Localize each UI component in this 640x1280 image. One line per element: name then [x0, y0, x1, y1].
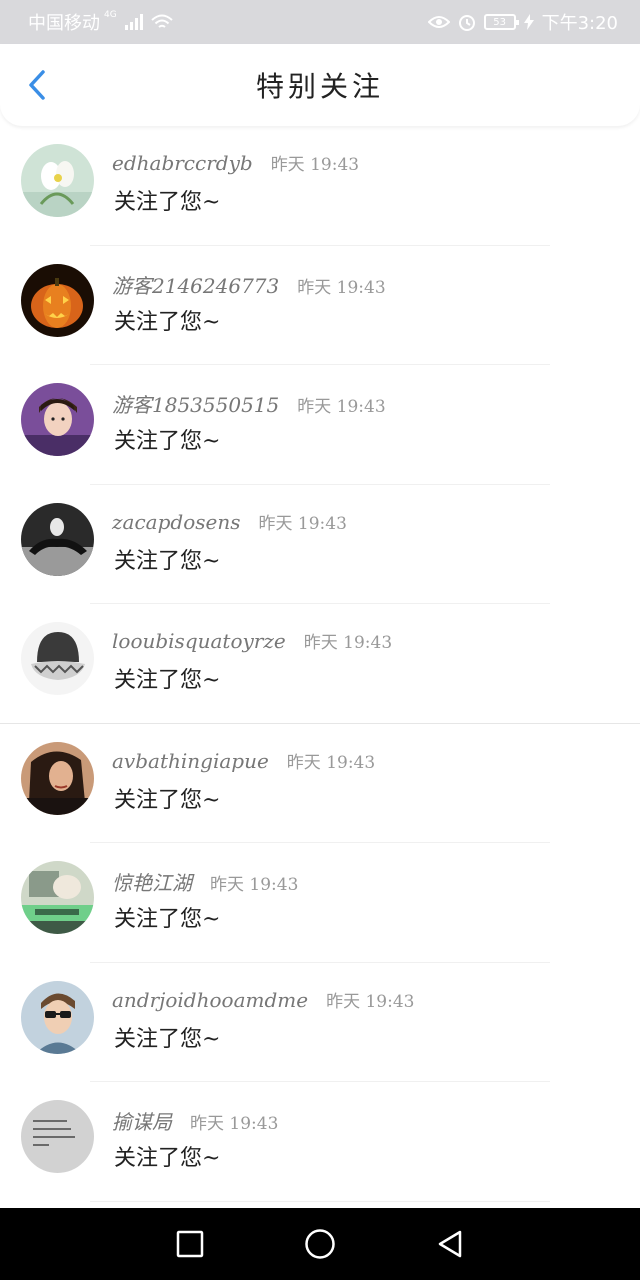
- alarm-icon: [458, 15, 475, 31]
- timestamp: 昨天 19:43: [303, 633, 393, 653]
- header: 特别关注: [0, 44, 640, 126]
- username[interactable]: 游客1853550515: [112, 389, 279, 418]
- flower-avatar-icon: [21, 144, 94, 217]
- username[interactable]: 揄谋局: [112, 1106, 172, 1135]
- navigation-bar: [0, 1208, 640, 1280]
- status-right: 53 下午3:20: [427, 9, 618, 35]
- battery-icon: 53: [483, 14, 519, 30]
- message: 关注了您~: [114, 907, 221, 932]
- item-meta: edhabrccrdyb 昨天 19:43: [112, 150, 359, 175]
- man-avatar-icon: [21, 980, 94, 1054]
- home-button[interactable]: [300, 1224, 340, 1264]
- list-item[interactable]: avbathingiapue 昨天 19:43 关注了您~: [0, 724, 640, 843]
- list-item[interactable]: 游客2146246773 昨天 19:43 关注了您~: [0, 246, 640, 365]
- network-type: 4G: [104, 10, 117, 20]
- woman-avatar-icon: [21, 741, 94, 815]
- list-item[interactable]: 惊艳江湖 昨天 19:43 关注了您~: [0, 843, 640, 963]
- message: 关注了您~: [114, 1026, 221, 1052]
- message: 关注了您~: [114, 787, 221, 813]
- message: 关注了您~: [114, 429, 221, 454]
- carrier-label: 中国移动: [28, 13, 100, 34]
- item-meta: 揄谋局 昨天 19:43: [112, 1106, 278, 1135]
- status-bar: 中国移动 4G 53 下午3:20: [0, 0, 640, 44]
- timestamp: 昨天 19:43: [258, 513, 347, 534]
- list-item[interactable]: zacapdosens 昨天 19:43 关注了您~: [0, 485, 640, 604]
- avatar[interactable]: [21, 1100, 94, 1173]
- wifi-icon: [151, 14, 173, 28]
- text-avatar-icon: [21, 1100, 94, 1173]
- back-nav-button[interactable]: [430, 1224, 470, 1264]
- timestamp: 昨天 19:43: [286, 752, 376, 773]
- avatar[interactable]: [21, 622, 94, 695]
- battery-level: 53: [493, 16, 506, 28]
- item-meta: andrjoidhooamdme 昨天 19:43: [112, 987, 414, 1012]
- page-title: 特别关注: [255, 70, 384, 103]
- username[interactable]: 惊艳江湖: [112, 867, 192, 896]
- item-meta: 惊艳江湖 昨天 19:43: [112, 867, 298, 896]
- username[interactable]: edhabrccrdyb: [112, 151, 253, 175]
- timestamp: 昨天 19:43: [297, 277, 386, 298]
- message: 关注了您~: [114, 190, 221, 215]
- list-item[interactable]: 游客1853550515 昨天 19:43 关注了您~: [0, 365, 640, 485]
- clock: 下午3:20: [541, 13, 618, 34]
- status-left: 中国移动 4G: [28, 9, 173, 35]
- item-meta: looubisquatoyrze 昨天 19:43: [112, 628, 392, 653]
- recent-apps-button[interactable]: [170, 1224, 210, 1264]
- message: 关注了您~: [114, 668, 221, 693]
- avatar[interactable]: [21, 741, 94, 815]
- avatar[interactable]: [21, 980, 94, 1054]
- item-meta: 游客1853550515 昨天 19:43: [112, 389, 386, 418]
- back-button[interactable]: [20, 68, 54, 102]
- item-meta: zacapdosens 昨天 19:43: [112, 509, 347, 534]
- list-item[interactable]: edhabrccrdyb 昨天 19:43 关注了您~: [0, 126, 640, 246]
- avatar[interactable]: [21, 383, 94, 456]
- avatar[interactable]: [21, 502, 94, 576]
- hat-avatar-icon: [21, 622, 94, 695]
- item-meta: 游客2146246773 昨天 19:43: [112, 270, 386, 299]
- avatar[interactable]: [21, 263, 94, 337]
- timestamp: 昨天 19:43: [270, 155, 360, 175]
- username[interactable]: 游客2146246773: [112, 270, 279, 299]
- timestamp: 昨天 19:43: [210, 875, 299, 895]
- list-item[interactable]: andrjoidhooamdme 昨天 19:43 关注了您~: [0, 963, 640, 1082]
- list-item[interactable]: 揄谋局 昨天 19:43 关注了您~: [0, 1082, 640, 1202]
- item-meta: avbathingiapue 昨天 19:43: [112, 748, 375, 773]
- avatar[interactable]: [21, 861, 94, 934]
- photo-avatar-icon: [21, 861, 94, 934]
- circle-icon: [305, 1229, 335, 1259]
- username[interactable]: andrjoidhooamdme: [112, 988, 308, 1012]
- username[interactable]: zacapdosens: [112, 510, 240, 534]
- username[interactable]: looubisquatoyrze: [112, 629, 286, 653]
- timestamp: 昨天 19:43: [297, 397, 386, 417]
- message: 关注了您~: [114, 1146, 221, 1171]
- follow-list: edhabrccrdyb 昨天 19:43 关注了您~ 游客2146246773…: [0, 126, 640, 1202]
- square-icon: [176, 1230, 204, 1258]
- pumpkin-avatar-icon: [21, 263, 94, 337]
- timestamp: 昨天 19:43: [190, 1114, 279, 1134]
- eye-icon: [427, 16, 450, 28]
- portrait-avatar-icon: [21, 383, 94, 456]
- avatar[interactable]: [21, 144, 94, 217]
- message: 关注了您~: [114, 548, 221, 574]
- list-item[interactable]: looubisquatoyrze 昨天 19:43 关注了您~: [0, 604, 640, 724]
- divider: [90, 1200, 550, 1202]
- timestamp: 昨天 19:43: [326, 991, 415, 1012]
- triangle-back-icon: [438, 1230, 462, 1258]
- silhouette-avatar-icon: [21, 502, 94, 576]
- username[interactable]: avbathingiapue: [112, 749, 269, 773]
- charging-icon: [523, 14, 534, 30]
- message: 关注了您~: [114, 309, 221, 335]
- chevron-left-icon: [29, 70, 45, 100]
- signal-icon: [124, 14, 143, 30]
